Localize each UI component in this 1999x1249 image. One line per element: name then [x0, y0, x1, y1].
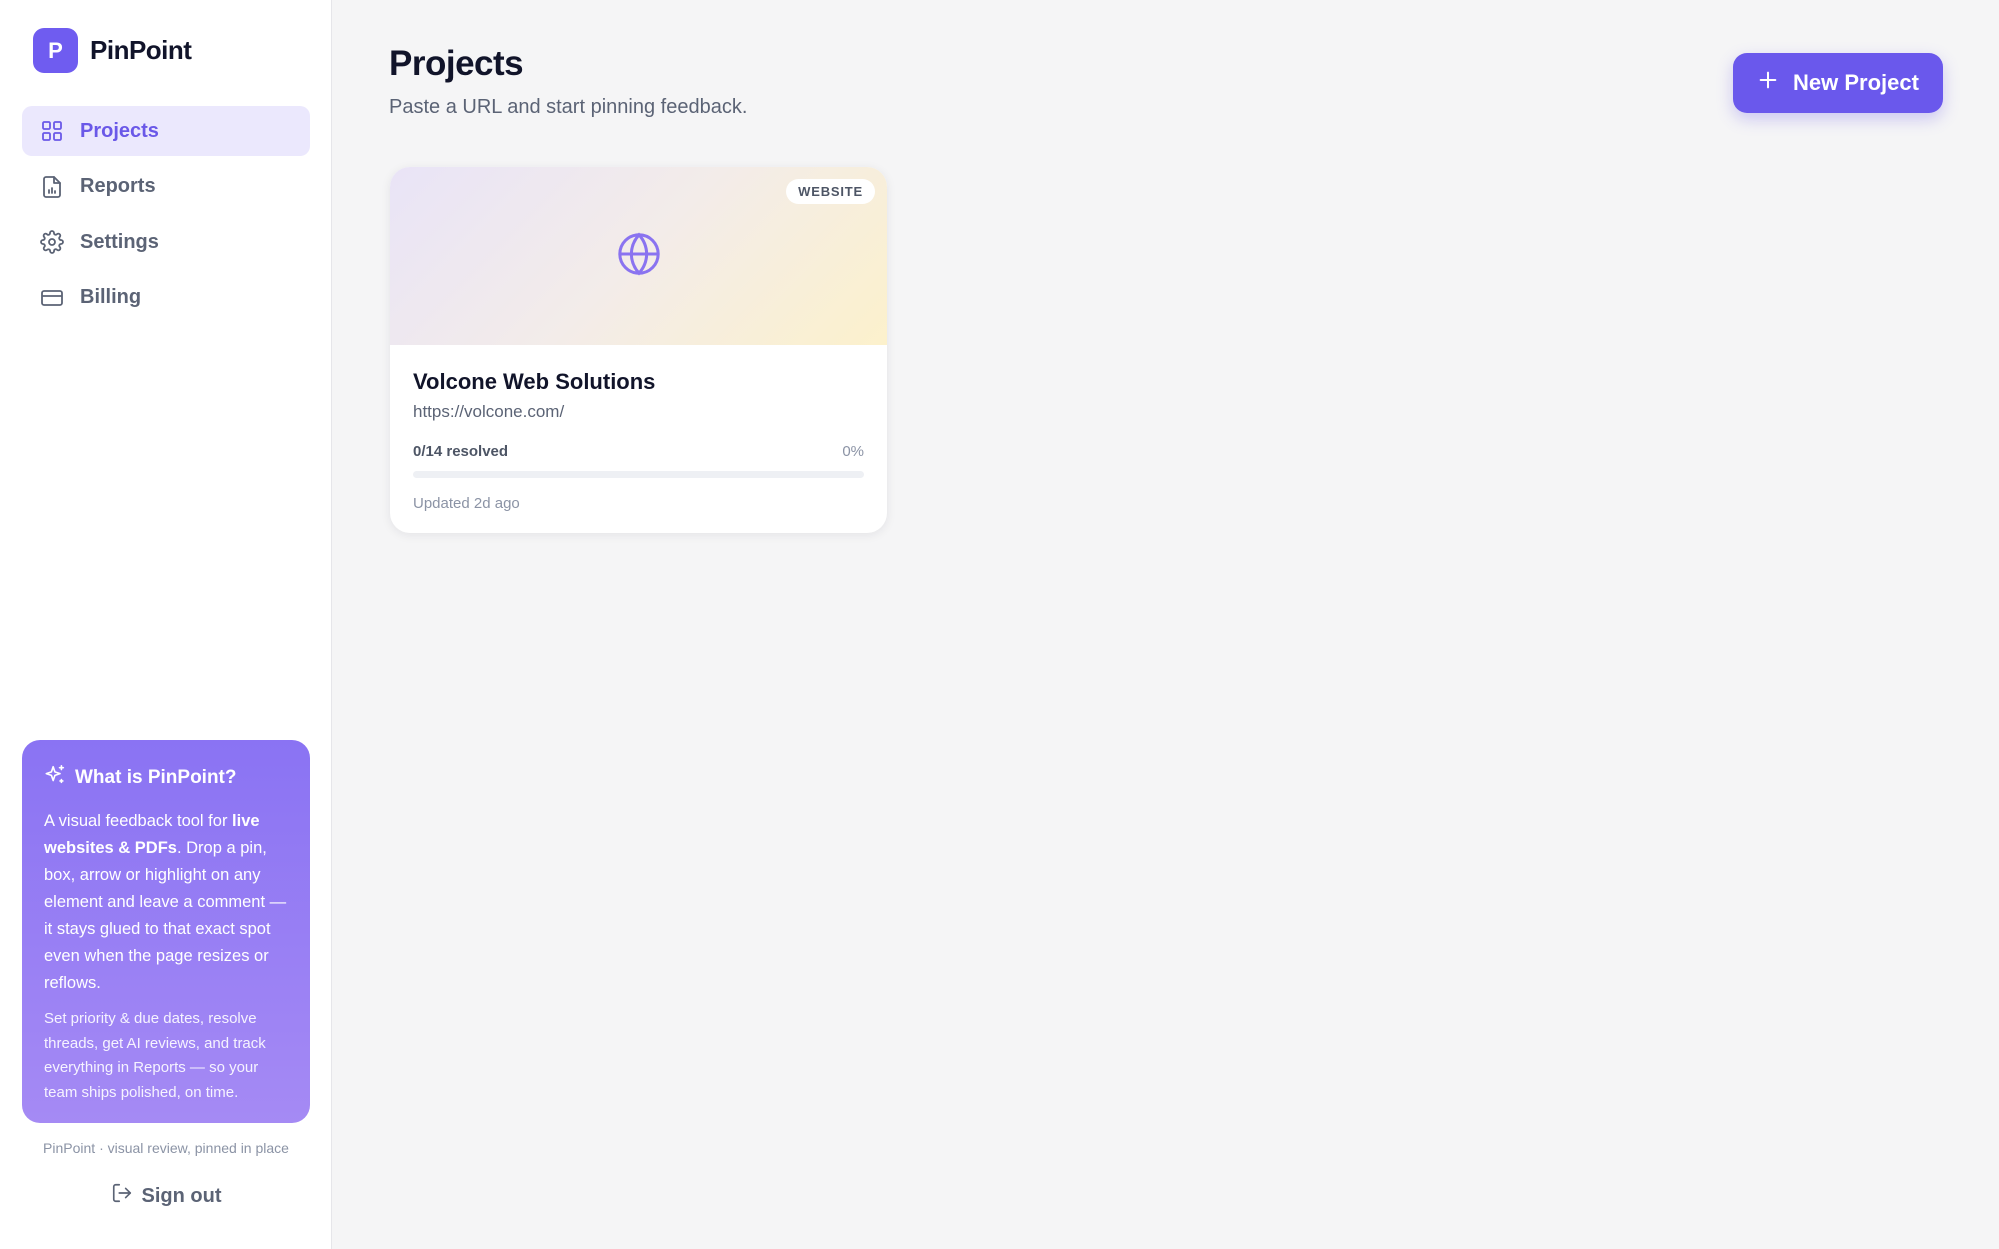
sidebar-item-projects[interactable]: Projects	[22, 106, 310, 156]
sidebar-nav: Projects Reports Settings Billing	[22, 106, 310, 328]
project-url: https://volcone.com/	[413, 402, 565, 421]
resolved-count: 0/14 resolved	[413, 443, 509, 460]
project-name: Volcone Web Solutions	[413, 369, 656, 394]
resolved-percent: 0%	[842, 443, 864, 460]
sparkles-icon	[44, 764, 66, 792]
new-project-label: New Project	[1793, 70, 1919, 95]
info-card-body: A visual feedback tool for live websites…	[44, 808, 288, 997]
sidebar-item-settings[interactable]: Settings	[22, 217, 310, 267]
sidebar-tagline: PinPoint · visual review, pinned in plac…	[43, 1140, 289, 1156]
sidebar-item-label: Settings	[80, 230, 159, 253]
info-card-title-text: What is PinPoint?	[75, 767, 237, 788]
sign-out-button[interactable]: Sign out	[0, 1182, 332, 1210]
sidebar-item-reports[interactable]: Reports	[22, 162, 310, 212]
project-type-badge: WEBSITE	[786, 179, 875, 204]
plus-icon	[1757, 69, 1779, 97]
sidebar-item-label: Reports	[80, 175, 156, 197]
page-subtitle: Paste a URL and start pinning feedback.	[389, 96, 748, 118]
info-body-text: A visual feedback tool for	[44, 812, 233, 830]
progress-bar	[413, 471, 864, 478]
brand[interactable]: P PinPoint	[33, 28, 192, 73]
info-body-text: . Drop a pin, box, arrow or highlight on…	[44, 839, 287, 992]
sidebar-item-label: Billing	[80, 286, 142, 308]
gear-icon	[40, 230, 64, 254]
sidebar: P PinPoint Projects Reports Settings Bil…	[0, 0, 332, 1249]
grid-icon	[40, 119, 64, 143]
brand-logo: P	[33, 28, 78, 73]
page-title: Projects	[389, 44, 524, 83]
sidebar-item-label: Projects	[80, 119, 159, 142]
globe-icon	[616, 231, 662, 282]
info-card-footer: Set priority & due dates, resolve thread…	[44, 1010, 266, 1101]
project-card-body: Volcone Web Solutions https://volcone.co…	[390, 345, 887, 512]
info-card-title: What is PinPoint?	[44, 764, 288, 792]
info-card: What is PinPoint? A visual feedback tool…	[22, 740, 310, 1123]
log-out-icon	[111, 1182, 133, 1210]
sign-out-label: Sign out	[141, 1184, 222, 1207]
project-card-banner: WEBSITE	[390, 167, 887, 345]
project-card[interactable]: WEBSITE Volcone Web Solutions https://vo…	[390, 167, 887, 533]
new-project-button[interactable]: New Project	[1733, 53, 1943, 113]
progress-row: 0/14 resolved 0%	[413, 443, 864, 460]
report-file-icon	[40, 175, 64, 199]
updated-timestamp: Updated 2d ago	[413, 495, 520, 512]
credit-card-icon	[40, 286, 64, 310]
sidebar-item-billing[interactable]: Billing	[22, 273, 310, 323]
brand-name: PinPoint	[90, 35, 192, 65]
